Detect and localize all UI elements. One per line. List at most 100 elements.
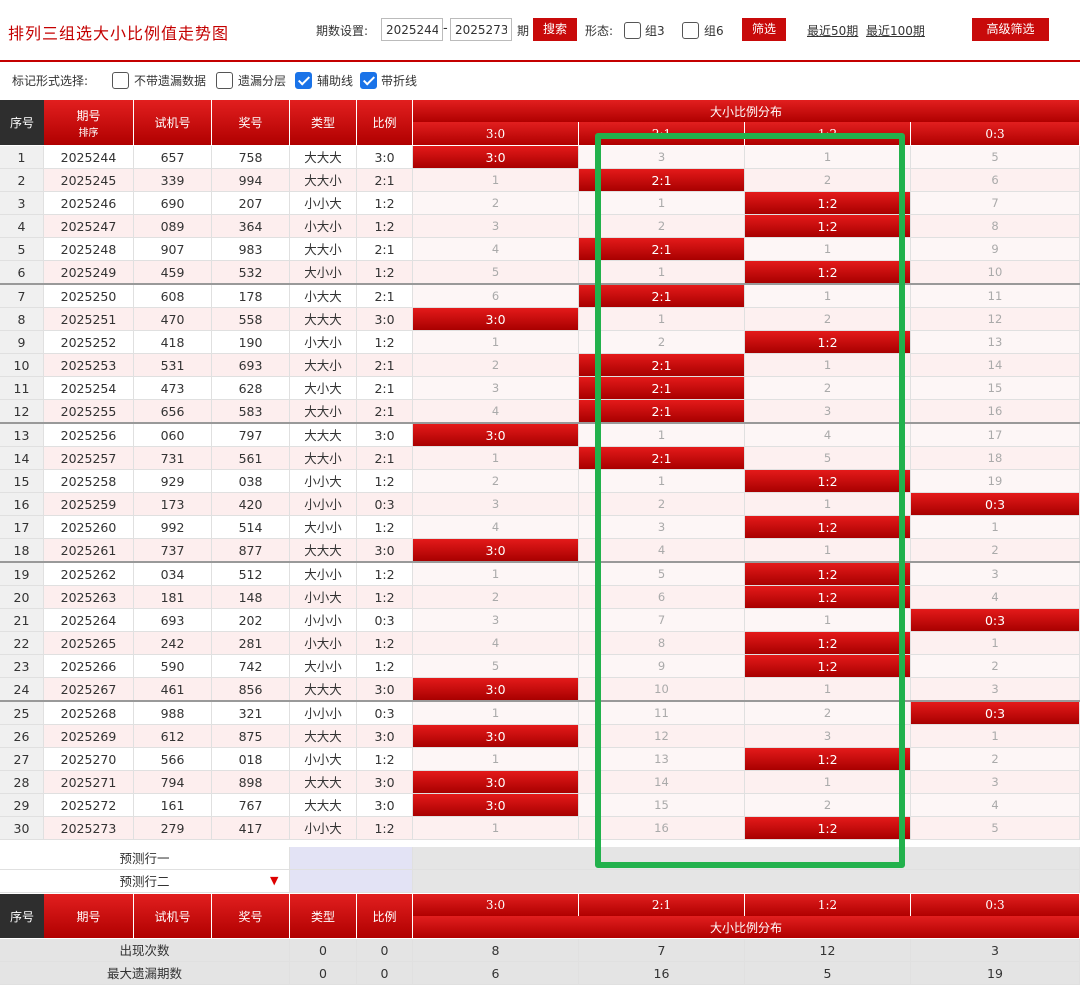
footer-header-2-1: 2:1 [579, 894, 745, 916]
stat-dist-value: 7 [579, 939, 745, 962]
dist-miss-cell: 1 [745, 609, 911, 632]
period-dash: - [443, 21, 448, 36]
cell-seq: 4 [0, 215, 44, 238]
cell-prize: 767 [212, 794, 290, 817]
dist-miss-cell: 10 [579, 678, 745, 701]
footer-header-1-2: 1:2 [745, 894, 911, 916]
cell-type: 大大大 [290, 725, 357, 748]
cell-prize: 561 [212, 447, 290, 470]
dist-miss-cell: 1 [745, 238, 911, 261]
cell-trial: 737 [134, 539, 212, 562]
dist-miss-cell: 2 [745, 308, 911, 331]
dist-miss-cell: 7 [579, 609, 745, 632]
period-unit: 期 [517, 24, 530, 38]
predict-row-1-input[interactable] [290, 847, 413, 870]
col-header-trial: 试机号 [134, 100, 212, 145]
predict-row-2-input[interactable] [290, 870, 413, 893]
cell-ratio: 2:1 [357, 447, 413, 470]
cell-seq: 1 [0, 146, 44, 169]
cell-seq: 13 [0, 424, 44, 447]
period-to-input[interactable] [450, 18, 512, 41]
dist-miss-cell: 17 [911, 424, 1080, 447]
aux-line-checkbox[interactable] [295, 72, 312, 89]
dist-miss-cell: 1 [745, 771, 911, 794]
dist-miss-cell: 13 [579, 748, 745, 771]
dist-hit-cell: 1:2 [745, 817, 911, 840]
cell-trial: 473 [134, 377, 212, 400]
dist-miss-cell: 13 [911, 331, 1080, 354]
period-from-input[interactable] [381, 18, 443, 41]
col-header-1-2: 1:2 [745, 122, 911, 145]
cell-seq: 26 [0, 725, 44, 748]
cell-period: 2025267 [44, 678, 134, 701]
filter-button[interactable]: 筛选 [742, 18, 786, 41]
dist-miss-cell: 1 [745, 354, 911, 377]
cell-trial: 988 [134, 702, 212, 725]
dist-hit-cell: 2:1 [579, 169, 745, 192]
cell-type: 大大大 [290, 771, 357, 794]
dist-hit-cell: 3:0 [413, 539, 579, 562]
dist-miss-cell: 3 [413, 609, 579, 632]
zu3-checkbox[interactable] [624, 22, 641, 39]
dist-miss-cell: 2 [413, 192, 579, 215]
cell-trial: 608 [134, 285, 212, 308]
cell-trial: 470 [134, 308, 212, 331]
dist-miss-cell: 2 [579, 331, 745, 354]
advanced-filter-button[interactable]: 高级筛选 [972, 18, 1049, 41]
predict-row-2-dist[interactable] [413, 870, 1080, 893]
dist-miss-cell: 5 [579, 563, 745, 586]
stat-type-value: 0 [290, 962, 357, 985]
cell-seq: 15 [0, 470, 44, 493]
dist-miss-cell: 4 [911, 794, 1080, 817]
dist-miss-cell: 4 [579, 539, 745, 562]
cell-ratio: 2:1 [357, 238, 413, 261]
cell-period: 2025250 [44, 285, 134, 308]
miss-layer-checkbox[interactable] [216, 72, 233, 89]
cell-ratio: 3:0 [357, 725, 413, 748]
dist-miss-cell: 2 [911, 748, 1080, 771]
cell-trial: 089 [134, 215, 212, 238]
dist-miss-cell: 4 [413, 516, 579, 539]
dist-miss-cell: 2 [413, 470, 579, 493]
dist-hit-cell: 2:1 [579, 285, 745, 308]
dist-miss-cell: 1 [413, 331, 579, 354]
predict-row-1-dist[interactable] [413, 847, 1080, 870]
dist-hit-cell: 1:2 [745, 563, 911, 586]
cell-trial: 173 [134, 493, 212, 516]
dist-miss-cell: 1 [413, 169, 579, 192]
dist-miss-cell: 3 [911, 771, 1080, 794]
cell-type: 大小小 [290, 655, 357, 678]
dist-hit-cell: 2:1 [579, 377, 745, 400]
cell-ratio: 2:1 [357, 400, 413, 423]
dist-hit-cell: 1:2 [745, 748, 911, 771]
col-header-period[interactable]: 期号 排序 [44, 100, 134, 145]
recent-50-link[interactable]: 最近50期 [807, 22, 858, 39]
arrow-down-icon[interactable]: ▼ [270, 874, 278, 887]
cell-seq: 30 [0, 817, 44, 840]
cell-period: 2025263 [44, 586, 134, 609]
cell-prize: 018 [212, 748, 290, 771]
no-miss-checkbox[interactable] [112, 72, 129, 89]
polyline-checkbox[interactable] [360, 72, 377, 89]
dist-miss-cell: 3 [413, 377, 579, 400]
zu6-checkbox[interactable] [682, 22, 699, 39]
stat-dist-value: 5 [745, 962, 911, 985]
sort-toggle[interactable]: 排序 [79, 124, 99, 139]
footer-header-ratio: 比例 [357, 894, 413, 938]
dist-miss-cell: 12 [579, 725, 745, 748]
dist-miss-cell: 1 [413, 817, 579, 840]
cell-type: 大大大 [290, 146, 357, 169]
cell-type: 大大小 [290, 400, 357, 423]
dist-miss-cell: 16 [911, 400, 1080, 423]
dist-miss-cell: 2 [413, 586, 579, 609]
dist-miss-cell: 5 [413, 261, 579, 284]
polyline-label: 带折线 [381, 74, 418, 88]
cell-trial: 034 [134, 563, 212, 586]
cell-type: 大小小 [290, 516, 357, 539]
predict-row-2-label: 预测行二 [0, 870, 290, 893]
cell-type: 小小大 [290, 586, 357, 609]
recent-100-link[interactable]: 最近100期 [866, 22, 925, 39]
cell-seq: 22 [0, 632, 44, 655]
search-button[interactable]: 搜索 [533, 18, 577, 41]
footer-header-seq: 序号 [0, 894, 44, 938]
